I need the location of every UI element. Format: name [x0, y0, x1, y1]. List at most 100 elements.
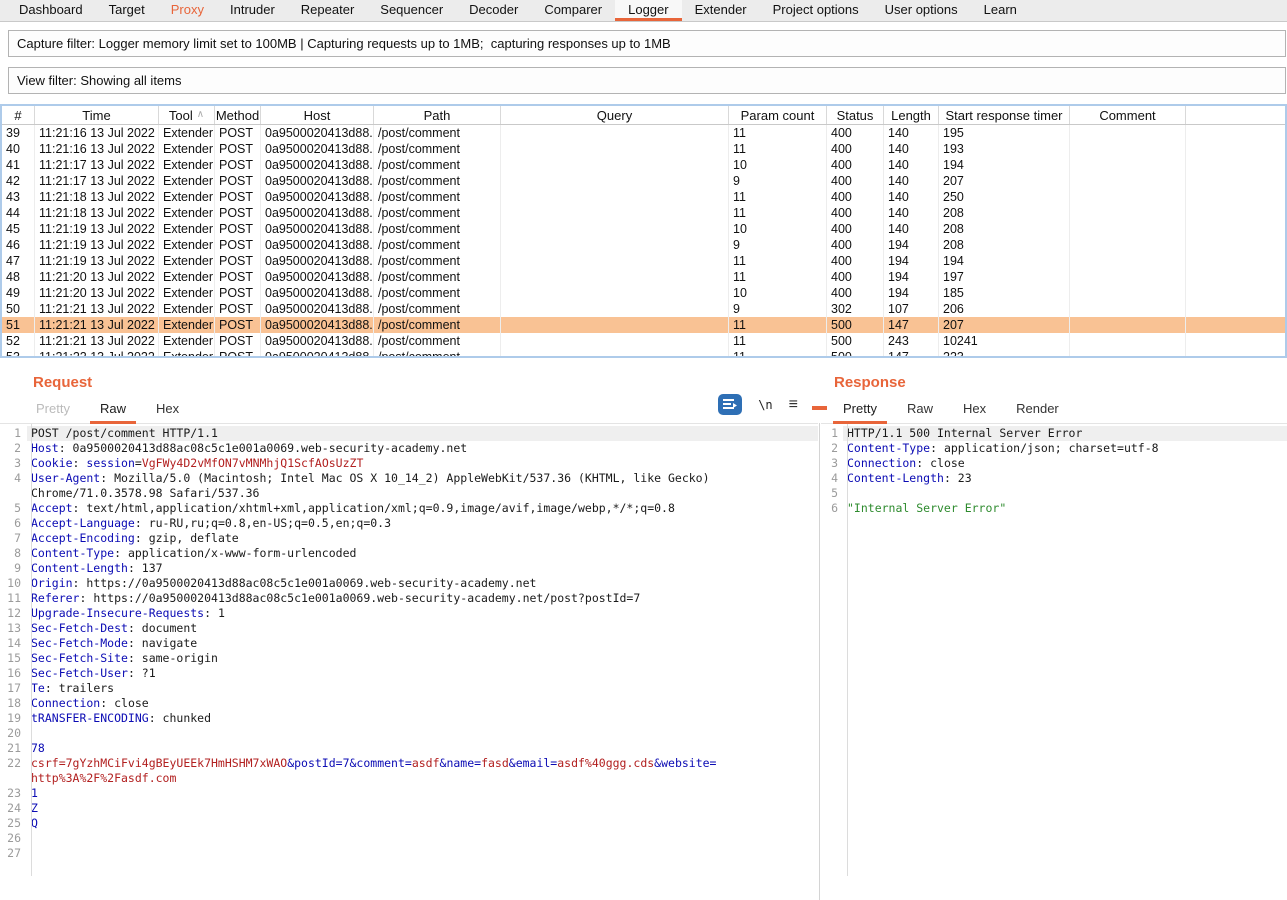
table-row[interactable]: 4511:21:19 13 Jul 2022ExtenderPOST0a9500… — [2, 221, 1285, 237]
column-header-path[interactable]: Path — [374, 106, 501, 124]
table-row[interactable]: 5011:21:21 13 Jul 2022ExtenderPOST0a9500… — [2, 301, 1285, 317]
cell-tool: Extender — [159, 333, 215, 349]
cell-host: 0a9500020413d88... — [261, 349, 374, 356]
menu-tab-project-options[interactable]: Project options — [760, 0, 872, 21]
request-editor[interactable]: 1POST /post/comment HTTP/1.12Host: 0a950… — [0, 424, 818, 876]
code-line: 10Origin: https://0a9500020413d88ac08c5c… — [0, 576, 818, 591]
table-row[interactable]: 4811:21:20 13 Jul 2022ExtenderPOST0a9500… — [2, 269, 1285, 285]
line-number: 23 — [0, 786, 27, 801]
cell-host: 0a9500020413d88... — [261, 317, 374, 333]
response-editor[interactable]: 1HTTP/1.1 500 Internal Server Error2Cont… — [821, 424, 1287, 876]
cell-tool: Extender — [159, 269, 215, 285]
line-number: 13 — [0, 621, 27, 636]
menu-tab-learn[interactable]: Learn — [971, 0, 1030, 21]
column-header-query[interactable]: Query — [501, 106, 729, 124]
menu-tab-proxy[interactable]: Proxy — [158, 0, 217, 21]
cell-param-count: 11 — [729, 269, 827, 285]
column-header-host[interactable]: Host — [261, 106, 374, 124]
prettify-button[interactable] — [718, 394, 742, 415]
code-line: 7Accept-Encoding: gzip, deflate — [0, 531, 818, 546]
cell-query — [501, 301, 729, 317]
request-tab-hex[interactable]: Hex — [146, 401, 189, 424]
request-tab-list: Pretty Raw Hex — [26, 401, 199, 423]
response-tab-hex[interactable]: Hex — [953, 401, 996, 424]
cell-start-response-timer: 208 — [939, 205, 1070, 221]
table-row[interactable]: 4611:21:19 13 Jul 2022ExtenderPOST0a9500… — [2, 237, 1285, 253]
request-title: Request — [33, 374, 818, 391]
column-header-status[interactable]: Status — [827, 106, 884, 124]
cell-status: 400 — [827, 269, 884, 285]
column-header-param-count[interactable]: Param count — [729, 106, 827, 124]
line-number: 18 — [0, 696, 27, 711]
table-row[interactable]: 4211:21:17 13 Jul 2022ExtenderPOST0a9500… — [2, 173, 1285, 189]
code-line: 16Sec-Fetch-User: ?1 — [0, 666, 818, 681]
table-row[interactable]: 4011:21:16 13 Jul 2022ExtenderPOST0a9500… — [2, 141, 1285, 157]
logger-table[interactable]: # Time Tool∧MethodHostPathQueryParam count… — [0, 104, 1287, 358]
view-filter-bar[interactable]: View filter: Showing all items — [8, 67, 1286, 94]
cell-length: 194 — [884, 253, 939, 269]
request-tab-pretty[interactable]: Pretty — [26, 401, 80, 424]
menu-tab-intruder[interactable]: Intruder — [217, 0, 288, 21]
column-header-comment[interactable]: Comment — [1070, 106, 1186, 124]
cell-start-response-timer: 194 — [939, 253, 1070, 269]
response-tab-raw[interactable]: Raw — [897, 401, 943, 424]
response-tab-render[interactable]: Render — [1006, 401, 1069, 424]
cell-comment — [1070, 173, 1186, 189]
table-header-row: # Time Tool∧MethodHostPathQueryParam count… — [2, 106, 1285, 125]
menu-tab-user-options[interactable]: User options — [872, 0, 971, 21]
menu-tab-extender[interactable]: Extender — [682, 0, 760, 21]
menu-tab-comparer[interactable]: Comparer — [531, 0, 615, 21]
newline-toggle-icon[interactable]: \n — [758, 398, 772, 412]
column-label: Time — [82, 108, 110, 123]
cell-status: 500 — [827, 333, 884, 349]
cell-status: 400 — [827, 189, 884, 205]
cell-tool: Extender — [159, 221, 215, 237]
cell-time: 11:21:22 13 Jul 2022 — [35, 349, 159, 356]
code-text: Accept-Encoding: gzip, deflate — [27, 531, 818, 546]
cell-time: 11:21:19 13 Jul 2022 — [35, 253, 159, 269]
editor-menu-icon[interactable]: ≡ — [789, 399, 798, 411]
line-number: 17 — [0, 681, 27, 696]
table-row[interactable]: 5311:21:22 13 Jul 2022ExtenderPOST0a9500… — [2, 349, 1285, 356]
column-header-start-response-timer[interactable]: Start response timer — [939, 106, 1070, 124]
code-line: 2Host: 0a9500020413d88ac08c5c1e001a0069.… — [0, 441, 818, 456]
table-row[interactable]: 4711:21:19 13 Jul 2022ExtenderPOST0a9500… — [2, 253, 1285, 269]
response-tab-pretty[interactable]: Pretty — [833, 401, 887, 424]
cell-length: 140 — [884, 157, 939, 173]
table-row[interactable]: 5211:21:21 13 Jul 2022ExtenderPOST0a9500… — [2, 333, 1285, 349]
code-line: 27 — [0, 846, 818, 861]
menu-tab-target[interactable]: Target — [96, 0, 158, 21]
cell-host: 0a9500020413d88... — [261, 301, 374, 317]
table-row[interactable]: 4311:21:18 13 Jul 2022ExtenderPOST0a9500… — [2, 189, 1285, 205]
table-row[interactable]: 4911:21:20 13 Jul 2022ExtenderPOST0a9500… — [2, 285, 1285, 301]
menu-tab-logger[interactable]: Logger — [615, 0, 681, 21]
request-tab-raw[interactable]: Raw — [90, 401, 136, 424]
line-number: 2 — [0, 441, 27, 456]
line-number: 25 — [0, 816, 27, 831]
column-header-length[interactable]: Length — [884, 106, 939, 124]
menu-tab-sequencer[interactable]: Sequencer — [367, 0, 456, 21]
cell-length: 194 — [884, 269, 939, 285]
cell-param-count: 11 — [729, 189, 827, 205]
cell-comment — [1070, 349, 1186, 356]
table-row[interactable]: 3911:21:16 13 Jul 2022ExtenderPOST0a9500… — [2, 125, 1285, 141]
table-row[interactable]: 4111:21:17 13 Jul 2022ExtenderPOST0a9500… — [2, 157, 1285, 173]
column-header-method[interactable]: Method — [215, 106, 261, 124]
cell-start-response-timer: 250 — [939, 189, 1070, 205]
menu-tab-repeater[interactable]: Repeater — [288, 0, 367, 21]
cell-comment — [1070, 157, 1186, 173]
column-label: Comment — [1099, 108, 1155, 123]
line-number: 3 — [821, 456, 843, 471]
table-row[interactable]: 5111:21:21 13 Jul 2022ExtenderPOST0a9500… — [2, 317, 1285, 333]
column-header-time[interactable]: Time — [35, 106, 159, 124]
splitter-grip-icon[interactable] — [812, 406, 827, 410]
table-row[interactable]: 4411:21:18 13 Jul 2022ExtenderPOST0a9500… — [2, 205, 1285, 221]
column-header-tool[interactable]: Tool∧ — [159, 106, 215, 124]
cell-host: 0a9500020413d88... — [261, 205, 374, 221]
cell-query — [501, 157, 729, 173]
menu-tab-decoder[interactable]: Decoder — [456, 0, 531, 21]
capture-filter-bar[interactable]: Capture filter: Logger memory limit set … — [8, 30, 1286, 57]
column-header-num[interactable]: # — [2, 106, 35, 124]
menu-tab-dashboard[interactable]: Dashboard — [6, 0, 96, 21]
cell-start-response-timer: 206 — [939, 301, 1070, 317]
